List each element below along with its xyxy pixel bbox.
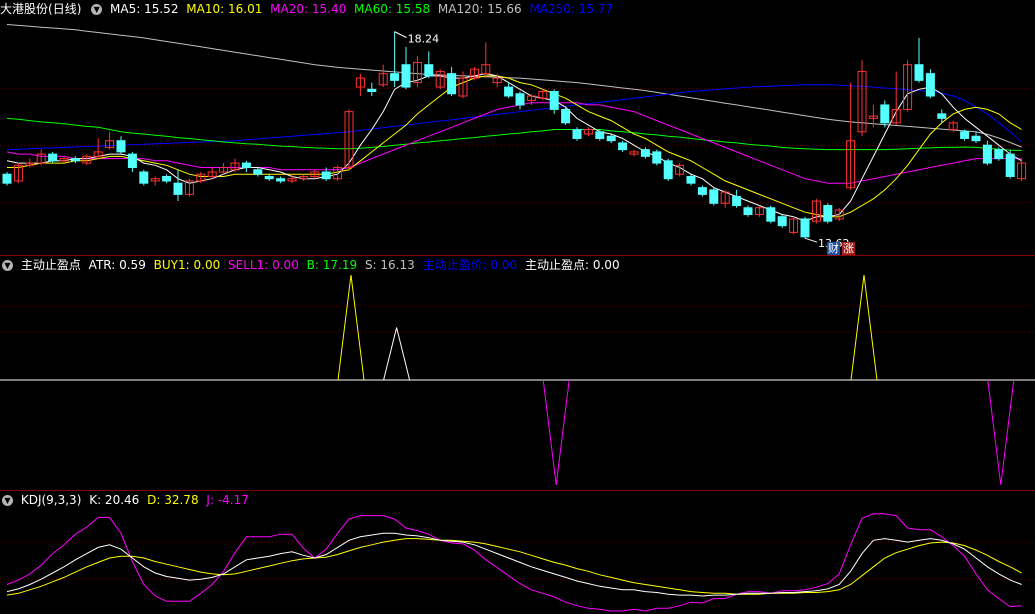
candle-body [709,189,719,204]
low-marker [804,237,818,243]
ma250-label: MA250: 15.77 [529,2,614,16]
indicator-legend: ▼ 主动止盈点 ATR: 0.59 BUY1: 0.00 SELL1: 0.00… [0,256,624,274]
chevron-down-icon[interactable]: ▼ [2,495,13,506]
candle-body [321,171,331,180]
candle-body [401,64,411,88]
chevron-down-icon[interactable]: ▼ [91,4,103,15]
candle-body [925,73,935,97]
signal-spike-2 [542,379,570,486]
stop-price-label: 主动止盈价: 0.00 [422,258,518,272]
candle-body [424,64,434,77]
signal-spike-1 [383,327,411,381]
candle-body [971,135,981,142]
candle-body [241,162,251,169]
candle-body [663,160,673,180]
ma5-line [6,73,1022,222]
candle-body [1005,153,1015,177]
k-label: K: 20.46 [89,493,140,507]
candle-body [504,86,514,97]
indicator-name: 主动止盈点 [20,258,81,272]
kdj-legend: ▼ KDJ(9,3,3) K: 20.46 D: 32.78 J: -4.17 [0,491,253,509]
candle-body [606,135,616,142]
candle-body [595,131,605,139]
candlestick-chart[interactable]: 18.2413.62 [0,0,1035,255]
candle-body [652,151,662,164]
signal-spike-3 [850,274,878,381]
candle-body [515,93,525,106]
high-price-label: 18.24 [408,33,440,46]
candle-body [447,73,457,95]
candle-body [48,153,58,162]
kdj-d-line [6,538,1022,596]
candle-body [549,91,559,110]
candle-body [572,129,582,139]
tag-zhang[interactable]: 涨 [842,242,855,255]
candle-body [743,207,753,215]
candle-body [823,205,833,222]
atr-label: ATR: 0.59 [88,258,146,272]
candle-body [732,196,742,207]
candle-body [264,175,274,180]
candle-body [686,175,696,184]
candle-body [367,88,377,93]
kdj-chart[interactable] [0,491,1035,614]
candle-body [914,64,924,81]
candle-body [390,73,400,81]
candle-body [982,144,992,164]
candle-body [276,178,286,182]
sell1-label: SELL1: 0.00 [228,258,299,272]
indicator-panel[interactable]: ▼ 主动止盈点 ATR: 0.59 BUY1: 0.00 SELL1: 0.00… [0,256,1035,490]
candle-body [127,153,137,169]
ma20-line [6,102,1022,184]
candle-body [2,173,12,184]
candle-body [937,113,947,119]
j-label: J: -4.17 [206,493,249,507]
d-label: D: 32.78 [147,493,199,507]
candle-body [994,149,1004,160]
candle-body [139,171,149,184]
tag-cai[interactable]: 财 [827,242,840,255]
ma10-label: MA10: 16.01 [186,2,263,16]
candle-body [618,142,628,151]
candle-body [697,187,707,195]
s-label: S: 16.13 [364,258,415,272]
ma-legend: 大港股份(日线) ▼ MA5: 15.52 MA10: 16.01 MA20: … [0,0,617,18]
candle-body [561,108,571,124]
ma5-label: MA5: 15.52 [110,2,179,16]
ma20-label: MA20: 15.40 [270,2,347,16]
ma120-label: MA120: 15.66 [437,2,522,16]
candle-body [880,104,890,124]
candle-body [766,207,776,222]
candle-body [800,218,810,238]
ma10-line [7,75,1022,218]
signal-spike-0 [337,274,365,381]
stock-period: (日线) [48,2,82,16]
high-marker [394,31,407,39]
b-label: B: 17.19 [306,258,358,272]
ma60-label: MA60: 15.58 [354,2,431,16]
candle-body [640,149,650,157]
candle-body [777,216,787,227]
signal-spike-4 [987,379,1015,486]
buy1-label: BUY1: 0.00 [153,258,221,272]
candle-body [253,169,263,175]
chevron-down-icon[interactable]: ▼ [2,260,13,271]
candle-body [116,140,126,153]
kdj-panel[interactable]: ▼ KDJ(9,3,3) K: 20.46 D: 32.78 J: -4.17 [0,491,1035,614]
candle-body [173,182,183,195]
stop-point-label: 主动止盈点: 0.00 [525,258,620,272]
kdj-k-line [6,532,1022,597]
candle-body [70,158,80,162]
candle-body [162,175,172,182]
indicator-chart[interactable] [0,256,1035,490]
candle-body [960,131,970,139]
kdj-name: KDJ(9,3,3) [20,493,82,507]
price-panel[interactable]: 大港股份(日线) ▼ MA5: 15.52 MA10: 16.01 MA20: … [0,0,1035,255]
stock-name: 大港股份 [0,2,49,16]
